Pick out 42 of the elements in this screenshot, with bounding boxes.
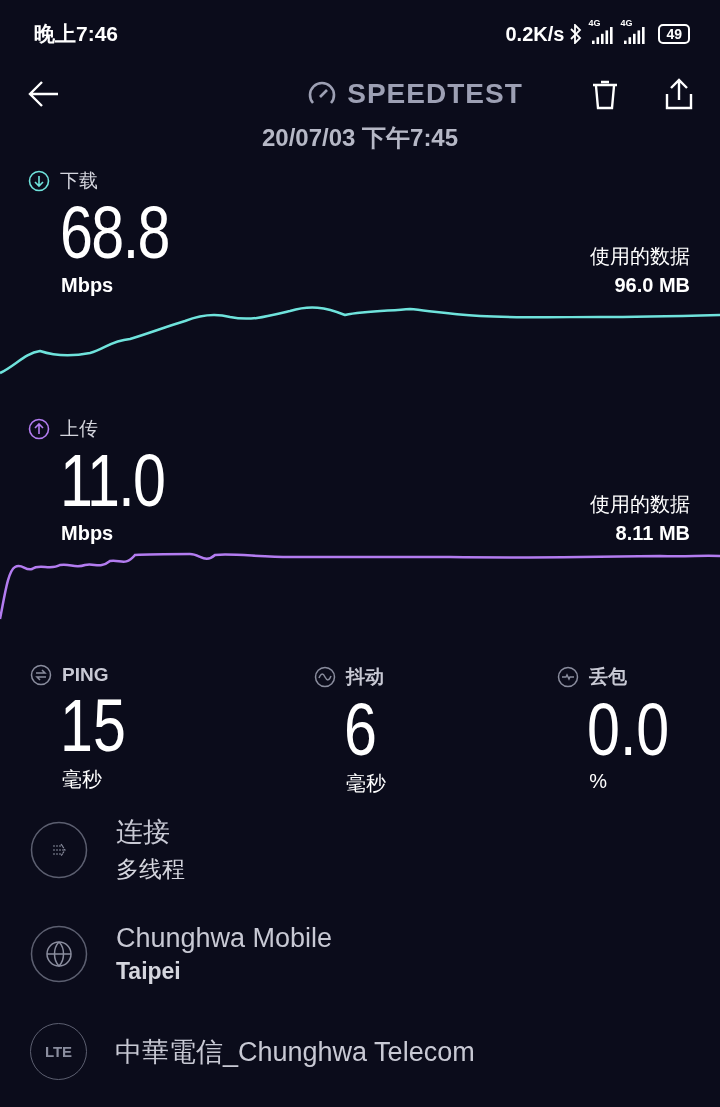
back-arrow-icon[interactable] [28,80,60,108]
speed-unit: Mbps [61,522,115,545]
stat-unit: % [589,770,608,793]
speed-value: 11.0 [60,442,165,520]
network-type: 4G [620,18,633,28]
stat-label: 丢包 [589,665,628,689]
bluetooth-icon [570,24,583,44]
test-date: 20/07/03 下午7:45 [260,123,460,153]
detail-title: 中華電信_Chunghwa Telecom [115,1035,475,1069]
data-used-value: 8.11 MB [615,522,690,545]
speed-unit: Mbps [61,274,115,297]
signal-icon [624,26,647,44]
trash-icon[interactable] [590,78,620,110]
app-title: SPEEDTEST [347,78,523,110]
network-type: 4G [588,18,601,28]
detail-subtitle: Taipei [116,958,182,985]
connections-icon [30,820,88,879]
data-used-label: 使用的数据 [590,492,690,517]
data-used-value: 96.0 MB [614,274,690,297]
battery-icon: 49 [658,24,690,44]
data-used-label: 使用的数据 [590,244,690,269]
detail-subtitle: 多线程 [116,855,185,884]
status-time: 晚上7:46 [34,21,119,47]
share-icon[interactable] [664,78,694,110]
arrows-icon [30,664,52,686]
pulse-icon [557,666,580,688]
stat-value: 0.0 [587,690,670,770]
stat-value: 15 [60,686,126,766]
speed-value: 68.8 [60,194,169,272]
stat-unit: 毫秒 [62,767,103,792]
stat-label: 抖动 [345,665,384,689]
detail-title: 连接 [116,816,171,849]
network-speed: 0.2K/s [505,22,565,46]
result-label: 上传 [60,417,98,441]
wave-icon [313,666,336,688]
result-label: 下载 [60,169,98,193]
stat-value: 6 [343,690,378,770]
stat-unit: 毫秒 [345,771,386,796]
signal-icon [592,26,615,44]
stat-label: PING [62,664,109,686]
globe-icon [30,925,88,983]
detail-title: Chunghwa Mobile [116,923,333,954]
